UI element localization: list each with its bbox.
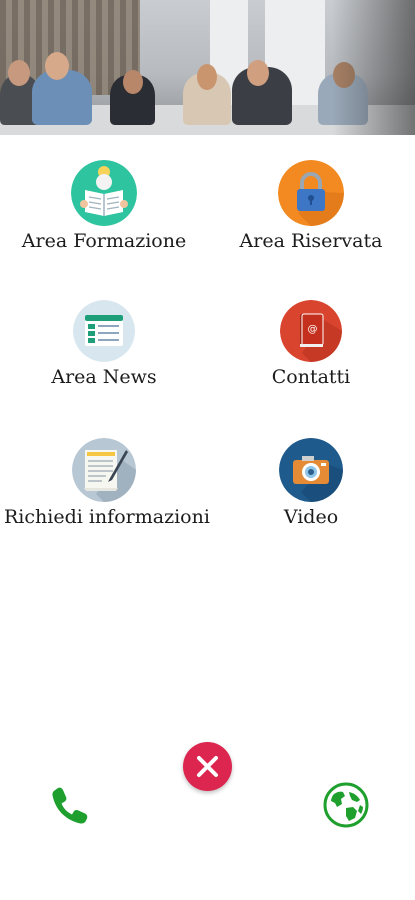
contacts-book-icon: @ — [280, 300, 342, 362]
menu-item-label: Area Formazione — [21, 230, 187, 252]
close-icon — [197, 756, 218, 777]
menu-item-label: Richiedi informazioni — [4, 506, 210, 528]
image-shade — [0, 0, 415, 135]
phone-button[interactable] — [49, 784, 91, 830]
menu-item-contatti[interactable]: @ Contatti — [211, 300, 411, 388]
document-pen-icon — [72, 438, 136, 502]
web-button[interactable] — [322, 781, 370, 833]
close-button[interactable] — [183, 742, 232, 791]
menu-item-label: Video — [283, 506, 339, 528]
menu-item-richiedi-informazioni[interactable]: Richiedi informazioni — [4, 438, 210, 528]
svg-text:@: @ — [308, 324, 318, 335]
menu-item-label: Area News — [51, 366, 157, 388]
lock-icon — [278, 160, 344, 226]
header-image — [0, 0, 415, 135]
menu-item-area-riservata[interactable]: Area Riservata — [211, 160, 411, 252]
training-icon — [71, 160, 137, 226]
globe-icon — [323, 782, 369, 828]
news-icon — [73, 300, 135, 362]
menu-item-label: Contatti — [271, 366, 351, 388]
menu-item-area-formazione[interactable]: Area Formazione — [4, 160, 204, 252]
camera-icon — [279, 438, 343, 502]
phone-icon — [52, 787, 88, 824]
menu-item-video[interactable]: Video — [211, 438, 411, 528]
menu-item-area-news[interactable]: Area News — [4, 300, 204, 388]
menu-item-label: Area Riservata — [239, 230, 383, 252]
